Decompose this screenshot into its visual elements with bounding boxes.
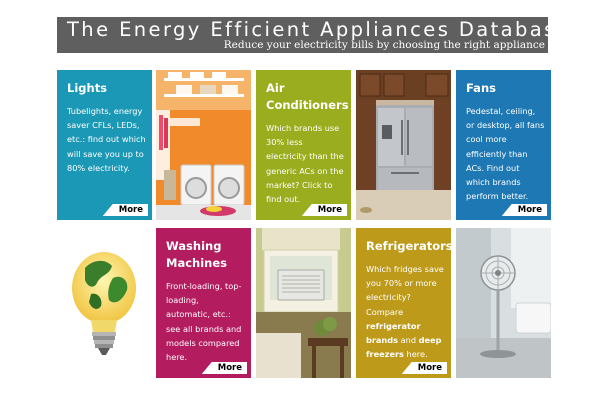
tile-lights[interactable]: Lights Tubelights, energy saver CFLs, LE… (57, 70, 152, 220)
tile-lights-title: Lights (67, 81, 108, 95)
tile-air-conditioners-title: Air Conditioners (266, 81, 349, 112)
lights-more-button[interactable]: More (102, 204, 148, 216)
tile-refrigerators[interactable]: Refrigerators Which fridges save you 70%… (356, 228, 451, 378)
fans-more-button[interactable]: More (501, 204, 547, 216)
refrigerators-text-end: here. (406, 349, 428, 360)
site-header: The Energy Efficient Appliances Database… (57, 17, 569, 53)
pedestal-fan-photo (456, 228, 551, 378)
globe-lightbulb-photo (57, 228, 152, 378)
tile-fans-text: Pedestal, ceiling, or desktop, all fans … (466, 106, 545, 202)
tile-fans-title: Fans (466, 81, 496, 95)
laundry-room-photo (156, 70, 251, 220)
refrigerators-text-and: and (400, 335, 417, 346)
tile-refrigerators-title: Refrigerators (366, 239, 451, 253)
tile-washing-machines-title: Washing Machines (166, 239, 227, 270)
refrigerators-text-intro: Which fridges save you 70% or more elect… (366, 264, 444, 317)
tile-lights-text: Tubelights, energy saver CFLs, LEDs, etc… (67, 106, 146, 173)
tile-washing-machines[interactable]: Washing Machines Front-loading, top-load… (156, 228, 251, 378)
tile-air-conditioners-text: Which brands use 30% less electricity th… (266, 123, 344, 205)
site-subtitle: Reduce your electricity bills by choosin… (223, 39, 545, 51)
tile-air-conditioners[interactable]: Air Conditioners Which brands use 30% le… (256, 70, 351, 220)
site-title: The Energy Efficient Appliances Database (67, 18, 572, 41)
refrigerator-kitchen-photo (356, 70, 451, 220)
window-ac-room-photo (256, 228, 351, 378)
tile-washing-machines-text: Front-loading, top-loading, automatic, e… (166, 281, 242, 363)
refrigerators-more-button[interactable]: More (401, 362, 447, 374)
tile-fans[interactable]: Fans Pedestal, ceiling, or desktop, all … (456, 70, 551, 220)
tile-refrigerators-text: Which fridges save you 70% or more elect… (366, 262, 445, 361)
